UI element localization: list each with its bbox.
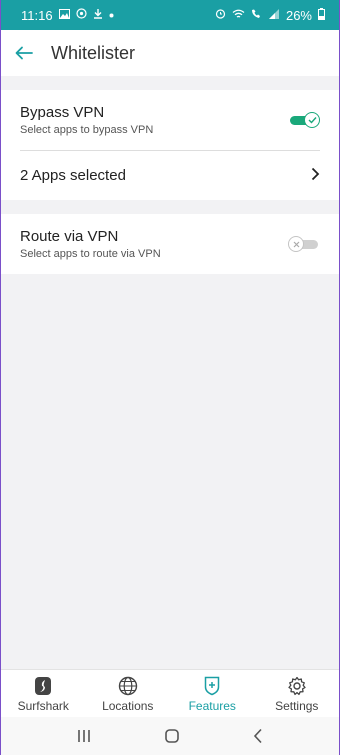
bottom-tab-bar: Surfshark Locations Features Settings — [1, 669, 339, 717]
signal-icon — [268, 8, 280, 22]
tab-features-label: Features — [188, 698, 236, 713]
bypass-vpn-toggle[interactable] — [288, 112, 320, 128]
shield-plus-icon — [204, 675, 220, 697]
image-icon — [58, 8, 70, 22]
wifi-call-icon — [251, 8, 263, 22]
apps-selected-row[interactable]: 2 Apps selected — [1, 151, 339, 200]
recent-apps-icon[interactable] — [77, 729, 91, 743]
tab-features[interactable]: Features — [170, 670, 255, 717]
tab-surfshark[interactable]: Surfshark — [1, 670, 86, 717]
surfshark-logo-icon — [34, 675, 52, 697]
route-vpn-card: Route via VPN Select apps to route via V… — [1, 214, 339, 274]
system-nav-bar — [1, 717, 339, 755]
check-icon — [304, 112, 320, 128]
tab-locations[interactable]: Locations — [86, 670, 171, 717]
tab-surfshark-label: Surfshark — [17, 698, 69, 713]
tab-locations-label: Locations — [102, 698, 154, 713]
route-vpn-toggle[interactable] — [288, 236, 320, 252]
bypass-vpn-subtitle: Select apps to bypass VPN — [20, 124, 154, 136]
battery-percent: 26% — [285, 7, 312, 23]
chevron-right-icon — [311, 164, 320, 187]
battery-icon — [318, 7, 325, 23]
route-vpn-title: Route via VPN — [20, 228, 119, 245]
apps-selected-label: 2 Apps selected — [20, 167, 126, 184]
route-vpn-row[interactable]: Route via VPN Select apps to route via V… — [1, 214, 339, 274]
route-vpn-subtitle: Select apps to route via VPN — [20, 248, 161, 260]
page-title: Whitelister — [51, 42, 136, 63]
whatsapp-icon — [75, 8, 87, 22]
app-bar: Whitelister — [1, 30, 339, 76]
status-time: 11:16 — [21, 7, 53, 23]
gear-icon — [287, 675, 307, 697]
back-arrow-icon[interactable] — [15, 46, 41, 60]
tab-settings-label: Settings — [275, 698, 319, 713]
alarm-icon — [215, 8, 226, 22]
home-icon[interactable] — [164, 728, 180, 744]
wifi-icon — [232, 9, 245, 22]
status-bar: 11:16 26% — [1, 0, 339, 30]
globe-icon — [118, 675, 138, 697]
tab-settings[interactable]: Settings — [255, 670, 340, 717]
bypass-vpn-card: Bypass VPN Select apps to bypass VPN 2 A… — [1, 90, 339, 200]
back-nav-icon[interactable] — [253, 728, 263, 744]
x-icon — [288, 236, 304, 252]
dot-icon — [109, 10, 114, 21]
bypass-vpn-title: Bypass VPN — [20, 104, 105, 121]
download-icon — [93, 8, 103, 22]
bypass-vpn-row[interactable]: Bypass VPN Select apps to bypass VPN — [1, 90, 339, 150]
